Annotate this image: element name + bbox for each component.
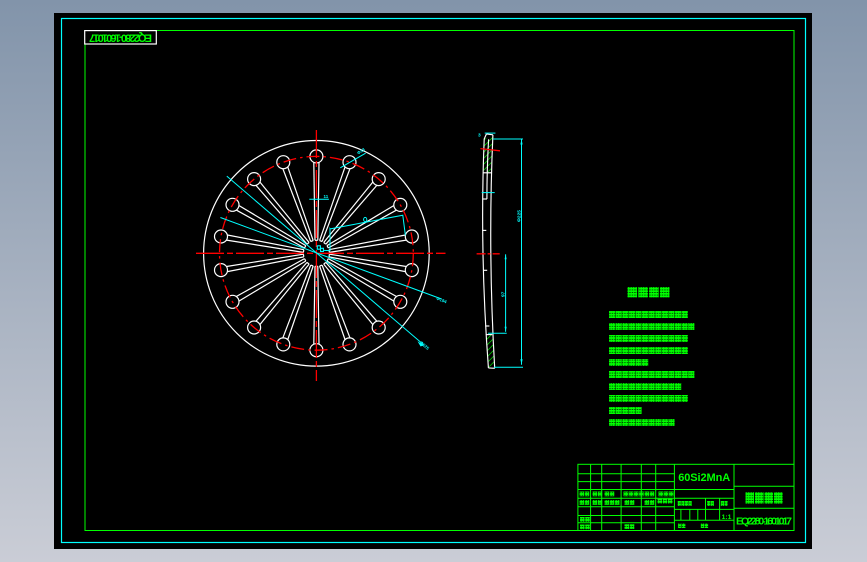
svg-text:60Si2MnA: 60Si2MnA — [678, 472, 730, 484]
svg-text:Φ225: Φ225 — [516, 210, 522, 222]
svg-text:EQ2280-1601017: EQ2280-1601017 — [89, 32, 152, 44]
svg-text:EQ2280-1601017: EQ2280-1601017 — [736, 516, 792, 528]
svg-text:3: 3 — [478, 133, 481, 139]
svg-text:1:1: 1:1 — [722, 514, 732, 521]
svg-text:97: 97 — [501, 291, 507, 297]
svg-text:11: 11 — [324, 194, 329, 199]
